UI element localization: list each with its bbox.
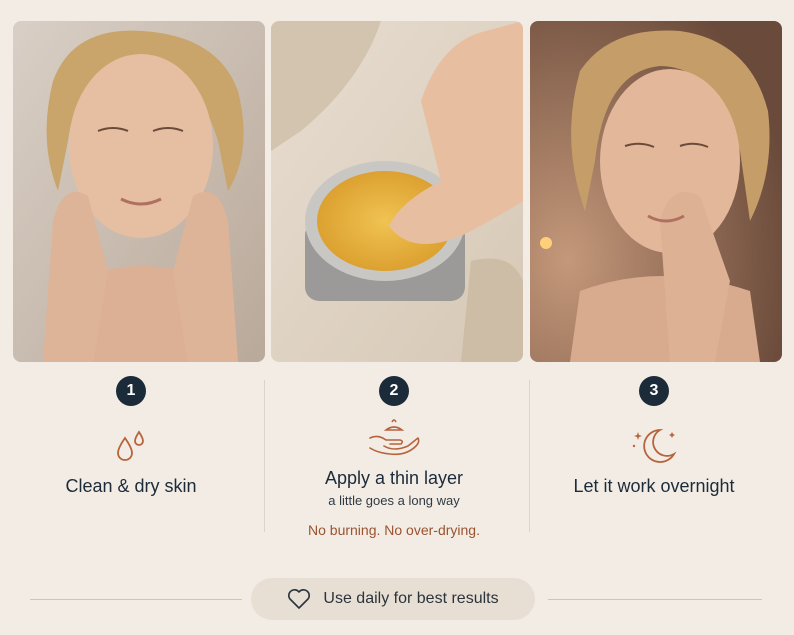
step-title: Clean & dry skin xyxy=(65,476,197,496)
photo-overnight xyxy=(530,21,782,362)
hand-with-balm-icon xyxy=(369,419,420,456)
footer-rule-right xyxy=(548,599,762,600)
footer-pill: Use daily for best results xyxy=(251,578,535,620)
step-number-badge: 3 xyxy=(639,376,669,406)
step-title: Let it work overnight xyxy=(573,476,735,496)
photo-balm-tin xyxy=(271,21,523,362)
step-number-badge: 1 xyxy=(116,376,146,406)
step-2: 2 Apply a thin layer a little goes a lon… xyxy=(268,376,520,538)
water-drops-icon xyxy=(117,430,144,461)
step-1: 1 Clean & dry skin xyxy=(5,376,257,497)
step-subtitle: a little goes a long way xyxy=(328,493,460,508)
step-3: 3 Let it work overnight xyxy=(528,376,780,497)
photo-cleanse xyxy=(13,21,265,362)
footer-rule-left xyxy=(30,599,242,600)
moon-and-stars-icon xyxy=(632,429,677,463)
step-number-badge: 2 xyxy=(379,376,409,406)
heart-icon xyxy=(288,589,311,609)
column-divider xyxy=(264,380,265,532)
step-note: No burning. No over-drying. xyxy=(308,522,480,538)
step-title: Apply a thin layer xyxy=(324,468,464,488)
footer-text: Use daily for best results xyxy=(323,590,499,607)
